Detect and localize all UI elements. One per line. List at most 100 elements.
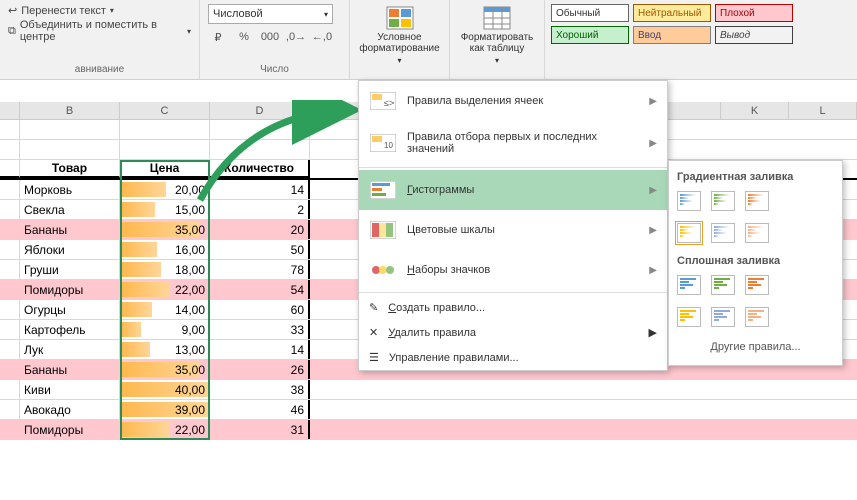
gradient-bar-option[interactable] <box>711 191 735 211</box>
solid-bar-option[interactable] <box>677 307 701 327</box>
increase-decimal-button[interactable]: ,0→ <box>286 28 306 46</box>
cell-price[interactable]: 40,00 <box>120 380 210 399</box>
thousands-button[interactable]: 000 <box>260 28 280 46</box>
col-spacer <box>0 102 20 119</box>
gradient-bar-option[interactable] <box>677 191 701 211</box>
conditional-formatting-icon <box>386 6 414 30</box>
cell-qty[interactable]: 54 <box>210 280 310 299</box>
submenu-arrow-icon: ▶ <box>649 225 657 236</box>
column-header-c[interactable]: C <box>120 102 210 119</box>
cell-product[interactable]: Яблоки <box>20 240 120 259</box>
conditional-formatting-button[interactable]: Условное форматирование ▾ <box>358 4 441 67</box>
data-bar <box>121 422 170 437</box>
cell-product[interactable]: Морковь <box>20 180 120 199</box>
cell-price[interactable]: 35,00 <box>120 220 210 239</box>
number-group: Числовой ▾ ₽ % 000 ,0→ ←,0 Число <box>200 0 350 79</box>
cell-qty[interactable]: 78 <box>210 260 310 279</box>
menu-manage-rules[interactable]: ☰ Управление правилами... <box>359 345 667 370</box>
cell-qty[interactable]: 33 <box>210 320 310 339</box>
cell-price[interactable]: 13,00 <box>120 340 210 359</box>
menu-icon-sets[interactable]: Наборы значков ▶ <box>359 250 667 290</box>
clear-rules-icon: ✕ <box>369 326 378 339</box>
cell-product[interactable]: Помидоры <box>20 420 120 439</box>
cell-qty[interactable]: 60 <box>210 300 310 319</box>
cell-product[interactable]: Огурцы <box>20 300 120 319</box>
data-bar <box>121 182 166 197</box>
gradient-bar-option[interactable] <box>745 191 769 211</box>
style-neutral[interactable]: Нейтральный <box>633 4 711 22</box>
decrease-decimal-button[interactable]: ←,0 <box>312 28 332 46</box>
header-product[interactable]: Товар <box>20 160 120 178</box>
ft-label: Форматировать как таблицу <box>460 32 534 54</box>
cell-qty[interactable]: 26 <box>210 360 310 379</box>
cell-price[interactable]: 22,00 <box>120 420 210 439</box>
cell-qty[interactable]: 2 <box>210 200 310 219</box>
cell-qty[interactable]: 20 <box>210 220 310 239</box>
column-header-b[interactable]: B <box>20 102 120 119</box>
data-bar <box>121 282 170 297</box>
cell-price[interactable]: 20,00 <box>120 180 210 199</box>
gradient-bar-option[interactable] <box>711 223 735 243</box>
gradient-bar-option[interactable] <box>745 223 769 243</box>
menu-new-rule[interactable]: ✎ Создать правило... <box>359 295 667 320</box>
menu-color-scales[interactable]: Цветовые шкалы ▶ <box>359 210 667 250</box>
cell-price[interactable]: 35,00 <box>120 360 210 379</box>
cell-price[interactable]: 14,00 <box>120 300 210 319</box>
cell-price[interactable]: 39,00 <box>120 400 210 419</box>
solid-bar-option[interactable] <box>677 275 701 295</box>
style-output[interactable]: Вывод <box>715 26 793 44</box>
merge-label: Объединить и поместить в центре <box>20 19 183 43</box>
cell-price[interactable]: 18,00 <box>120 260 210 279</box>
cell-product[interactable]: Авокадо <box>20 400 120 419</box>
style-bad[interactable]: Плохой <box>715 4 793 22</box>
cell-qty[interactable]: 50 <box>210 240 310 259</box>
submenu-other-rules[interactable]: Другие правила... <box>675 335 836 359</box>
column-header-d[interactable]: D <box>210 102 310 119</box>
cell-product[interactable]: Картофель <box>20 320 120 339</box>
cell-product[interactable]: Бананы <box>20 220 120 239</box>
cell-product[interactable]: Помидоры <box>20 280 120 299</box>
menu-highlight-cells-rules[interactable]: ≤> Правила выделения ячеек ▶ <box>359 81 667 121</box>
cell-product[interactable]: Груши <box>20 260 120 279</box>
cell-qty[interactable]: 38 <box>210 380 310 399</box>
color-scales-icon <box>369 220 397 240</box>
menu-top-bottom-rules[interactable]: 10 Правила отбора первых и последних зна… <box>359 121 667 165</box>
cell-qty[interactable]: 14 <box>210 180 310 199</box>
cell-product[interactable]: Бананы <box>20 360 120 379</box>
submenu-arrow-icon: ▶ <box>649 138 657 149</box>
submenu-group-label: Сплошная заливка <box>675 251 836 271</box>
solid-bar-option[interactable] <box>711 275 735 295</box>
cell-price[interactable]: 22,00 <box>120 280 210 299</box>
header-price[interactable]: Цена <box>120 160 210 178</box>
cell-price[interactable]: 15,00 <box>120 200 210 219</box>
cf-label: Условное форматирование <box>359 32 439 54</box>
header-qty[interactable]: Количество <box>210 160 310 178</box>
cell-qty[interactable]: 31 <box>210 420 310 439</box>
style-normal[interactable]: Обычный <box>551 4 629 22</box>
wrap-text-button[interactable]: ↩ Перенести текст ▾ <box>8 4 191 17</box>
cell-qty[interactable]: 46 <box>210 400 310 419</box>
solid-bar-option[interactable] <box>745 275 769 295</box>
menu-clear-rules[interactable]: ✕ Удалить правила ▶ <box>359 320 667 345</box>
cell-product[interactable]: Свекла <box>20 200 120 219</box>
percent-button[interactable]: % <box>234 28 254 46</box>
format-as-table-group: Форматировать как таблицу ▾ <box>450 0 545 79</box>
column-header-l[interactable]: L <box>789 102 857 119</box>
number-format-select[interactable]: Числовой ▾ <box>208 4 333 24</box>
solid-bar-option[interactable] <box>745 307 769 327</box>
style-good[interactable]: Хороший <box>551 26 629 44</box>
currency-button[interactable]: ₽ <box>208 28 228 46</box>
cell-price[interactable]: 16,00 <box>120 240 210 259</box>
cell-price[interactable]: 9,00 <box>120 320 210 339</box>
gradient-bar-option[interactable] <box>677 223 701 243</box>
wrap-text-icon: ↩ <box>8 4 17 17</box>
cell-product[interactable]: Киви <box>20 380 120 399</box>
menu-data-bars[interactable]: ГГистограммыистограммы ▶ <box>359 170 667 210</box>
solid-bar-option[interactable] <box>711 307 735 327</box>
merge-center-button[interactable]: ⧉ Объединить и поместить в центре ▾ <box>8 19 191 43</box>
style-input[interactable]: Ввод <box>633 26 711 44</box>
format-as-table-button[interactable]: Форматировать как таблицу ▾ <box>458 4 536 67</box>
cell-qty[interactable]: 14 <box>210 340 310 359</box>
column-header-k[interactable]: K <box>721 102 789 119</box>
cell-product[interactable]: Лук <box>20 340 120 359</box>
